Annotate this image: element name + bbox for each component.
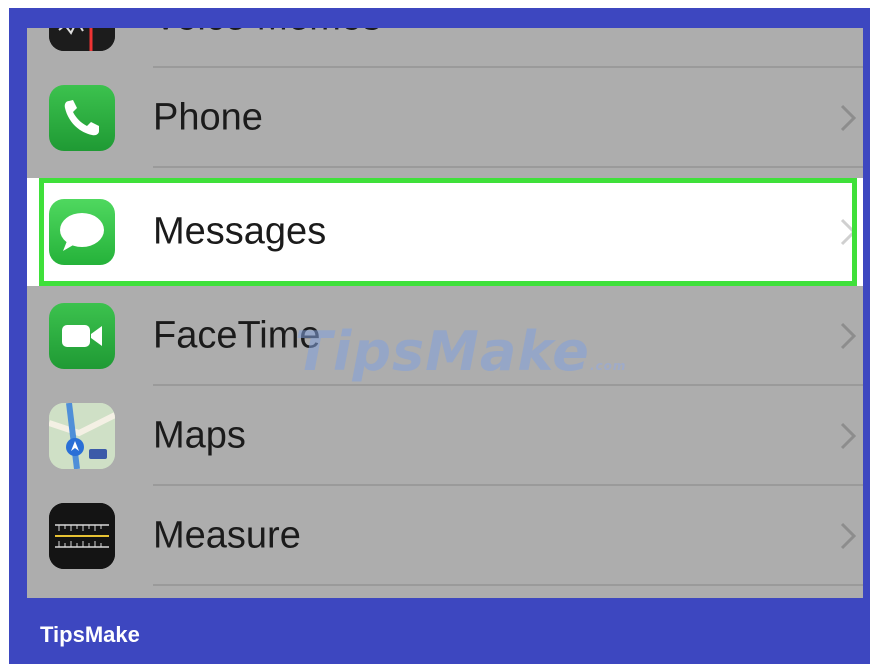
chevron-right-icon	[840, 422, 857, 450]
measure-icon	[49, 503, 115, 569]
settings-row-maps[interactable]: Maps	[27, 386, 863, 486]
settings-list: Voice Memos Phone Messages	[27, 28, 863, 598]
footer-brand: TipsMake	[40, 622, 140, 647]
settings-row-measure[interactable]: Measure	[27, 486, 863, 586]
voice-memos-icon	[49, 28, 115, 51]
row-divider	[153, 584, 863, 586]
settings-row-label: Voice Memos	[153, 28, 381, 40]
settings-row-voice-memos[interactable]: Voice Memos	[27, 28, 863, 68]
chevron-right-icon	[840, 522, 857, 550]
watermark-text: TipsMake	[295, 320, 590, 383]
settings-row-label: Maps	[153, 414, 246, 457]
maps-icon	[49, 403, 115, 469]
phone-icon	[49, 85, 115, 151]
chevron-right-icon	[840, 218, 857, 246]
settings-row-label: Measure	[153, 514, 301, 557]
image-frame: Voice Memos Phone Messages	[9, 8, 870, 664]
watermark: TipsMake.com	[295, 320, 626, 383]
settings-row-label: Phone	[153, 96, 263, 139]
watermark-suffix: .com	[589, 359, 627, 373]
chevron-right-icon	[840, 322, 857, 350]
chevron-right-icon	[840, 104, 857, 132]
facetime-icon	[49, 303, 115, 369]
settings-row-messages[interactable]: Messages	[27, 178, 863, 286]
messages-icon	[49, 199, 115, 265]
settings-row-phone[interactable]: Phone	[27, 68, 863, 168]
row-divider	[153, 166, 863, 168]
settings-row-label: Messages	[153, 210, 327, 253]
